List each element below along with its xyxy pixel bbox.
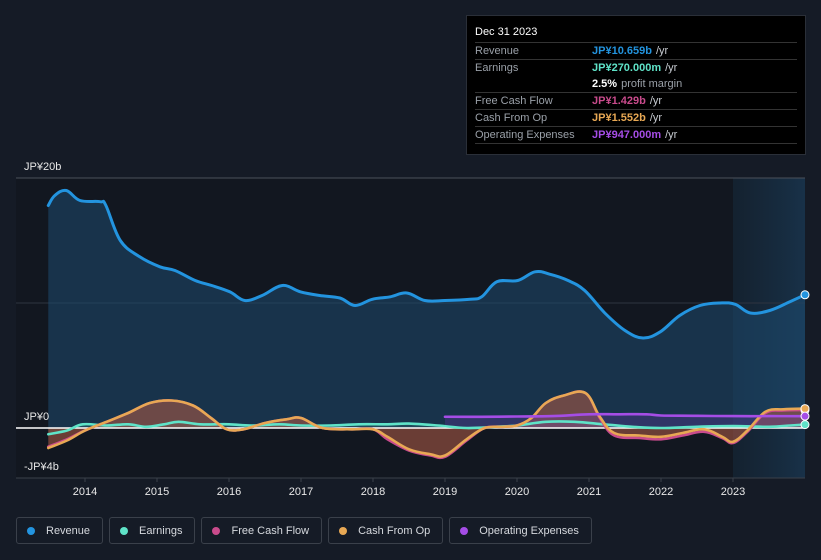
legend-item-earnings[interactable]: Earnings bbox=[109, 517, 196, 544]
x-tick-label: 2019 bbox=[433, 486, 457, 498]
profit-margin-text: profit margin bbox=[621, 78, 683, 90]
legend-label: Cash From Op bbox=[358, 524, 431, 537]
y-tick-label: JP¥0 bbox=[24, 411, 49, 423]
y-tick-label: JP¥20b bbox=[24, 161, 61, 173]
legend-label: Revenue bbox=[46, 524, 91, 537]
tooltip-panel: Dec 31 2023 Revenue JP¥10.659b /yr Earni… bbox=[466, 15, 806, 155]
legend-dot-icon bbox=[339, 526, 348, 535]
tooltip-row-cash-from-op: Cash From Op JP¥1.552b /yr bbox=[475, 110, 797, 127]
legend-item-cash-from-op[interactable]: Cash From Op bbox=[328, 517, 444, 544]
x-tick-label: 2022 bbox=[649, 486, 673, 498]
chart-legend: Revenue Earnings Free Cash Flow Cash Fro… bbox=[16, 517, 592, 544]
legend-item-free-cash-flow[interactable]: Free Cash Flow bbox=[201, 517, 323, 544]
x-tick-label: 2015 bbox=[145, 486, 169, 498]
x-tick-label: 2020 bbox=[505, 486, 529, 498]
tooltip-row-operating-expenses: Operating Expenses JP¥947.000m /yr bbox=[475, 127, 797, 144]
x-tick-label: 2017 bbox=[289, 486, 313, 498]
legend-dot-icon bbox=[120, 526, 129, 535]
legend-dot-icon bbox=[212, 526, 221, 535]
legend-label: Earnings bbox=[139, 524, 183, 537]
x-tick-label: 2014 bbox=[73, 486, 97, 498]
legend-label: Free Cash Flow bbox=[231, 524, 310, 537]
legend-item-operating-expenses[interactable]: Operating Expenses bbox=[449, 517, 592, 544]
endpoint-cash-from-op bbox=[800, 404, 810, 414]
tooltip-unit: /yr bbox=[655, 45, 669, 57]
x-tick-label: 2016 bbox=[217, 486, 241, 498]
x-tick-label: 2021 bbox=[577, 486, 601, 498]
tooltip-row-revenue: Revenue JP¥10.659b /yr bbox=[475, 43, 797, 60]
tooltip-value-earnings: JP¥270.000m bbox=[592, 62, 662, 74]
tooltip-label: Cash From Op bbox=[475, 112, 548, 124]
tooltip-value-free-cash-flow: JP¥1.429b bbox=[592, 95, 646, 107]
tooltip-date: Dec 31 2023 bbox=[475, 24, 797, 43]
tooltip-row-profit-margin: 2.5% profit margin bbox=[475, 76, 797, 93]
endpoint-revenue bbox=[800, 290, 810, 300]
legend-label: Operating Expenses bbox=[479, 524, 579, 537]
tooltip-row-earnings: Earnings JP¥270.000m /yr bbox=[475, 60, 797, 76]
x-axis-ticks: 2014 2015 2016 2017 2018 2019 2020 2021 2022 2023 bbox=[73, 478, 745, 498]
x-tick-label: 2023 bbox=[721, 486, 745, 498]
tooltip-value-cash-from-op: JP¥1.552b bbox=[592, 112, 646, 124]
tooltip-unit: /yr bbox=[649, 112, 663, 124]
tooltip-unit: /yr bbox=[665, 62, 678, 74]
y-tick-label: -JP¥4b bbox=[24, 461, 59, 473]
endpoint-earnings bbox=[800, 420, 810, 430]
tooltip-unit: /yr bbox=[649, 95, 663, 107]
tooltip-label: Revenue bbox=[475, 45, 520, 57]
legend-item-revenue[interactable]: Revenue bbox=[16, 517, 104, 544]
tooltip-value-operating-expenses: JP¥947.000m bbox=[592, 129, 662, 141]
legend-dot-icon bbox=[27, 526, 35, 535]
endpoint-operating-expenses bbox=[800, 411, 810, 421]
tooltip-value-revenue: JP¥10.659b bbox=[592, 45, 652, 57]
legend-dot-icon bbox=[460, 526, 469, 535]
tooltip-label: Earnings bbox=[475, 62, 519, 74]
tooltip-unit: /yr bbox=[665, 129, 678, 141]
profit-margin-value: 2.5% bbox=[592, 78, 618, 90]
tooltip-label: Free Cash Flow bbox=[475, 95, 553, 107]
tooltip-row-free-cash-flow: Free Cash Flow JP¥1.429b /yr bbox=[475, 93, 797, 110]
tooltip-label: Operating Expenses bbox=[475, 129, 575, 141]
x-tick-label: 2018 bbox=[361, 486, 385, 498]
